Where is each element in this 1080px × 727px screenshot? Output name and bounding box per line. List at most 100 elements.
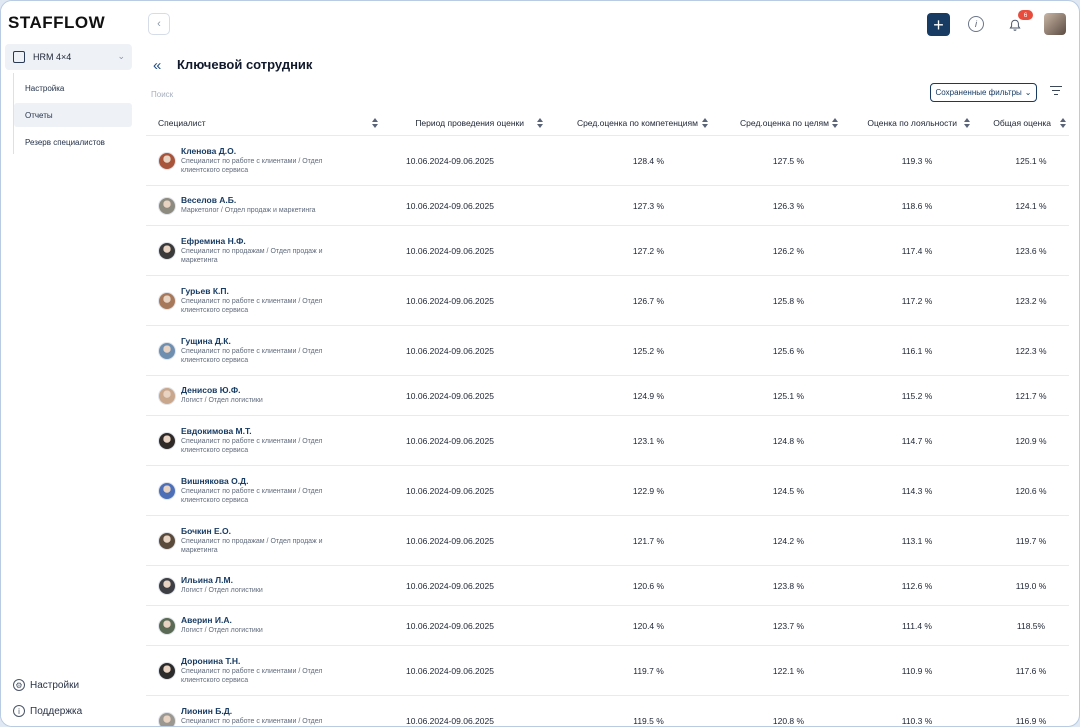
employee-role: Специалист по работе с клиентами / Отдел… bbox=[181, 297, 323, 315]
total-cell: 123.6 % bbox=[1015, 245, 1047, 256]
table-row[interactable]: Веселов А.Б. Маркетолог / Отдел продаж и … bbox=[146, 186, 1069, 226]
sort-icon[interactable] bbox=[1060, 117, 1066, 128]
table-row[interactable]: Лионин Б.Д. Специалист по работе с клиент… bbox=[146, 696, 1069, 726]
notification-badge: 6 bbox=[1018, 10, 1033, 20]
table-row[interactable]: Ильина Л.М. Логист / Отдел логистики 10.0… bbox=[146, 566, 1069, 606]
column-header-total[interactable]: Общая оценка bbox=[973, 111, 1069, 136]
employee-role: Специалист по работе с клиентами / Отдел… bbox=[181, 667, 323, 685]
search-input[interactable] bbox=[151, 87, 451, 101]
column-header-loyalty[interactable]: Оценка по лояльности bbox=[841, 111, 973, 136]
period-cell: 10.06.2024-09.06.2025 bbox=[406, 390, 494, 401]
avatar bbox=[158, 431, 176, 450]
loyalty-cell: 115.2 % bbox=[901, 390, 933, 401]
info-button[interactable]: i bbox=[968, 16, 984, 32]
module-label: HRM 4×4 bbox=[33, 52, 72, 62]
collapse-sidebar-button[interactable]: ‹ bbox=[148, 13, 170, 35]
employee-name[interactable]: Ефремина Н.Ф. bbox=[181, 236, 346, 247]
competencies-cell: 127.3 % bbox=[632, 200, 665, 211]
period-cell: 10.06.2024-09.06.2025 bbox=[406, 535, 494, 546]
goals-cell: 124.2 % bbox=[772, 535, 805, 546]
total-cell: 119.7 % bbox=[1015, 535, 1047, 546]
column-header-goals[interactable]: Сред.оценка по целям bbox=[711, 111, 841, 136]
sort-icon[interactable] bbox=[832, 117, 838, 128]
sidebar-item-reserve[interactable]: Резерв специалистов bbox=[14, 130, 132, 154]
user-avatar[interactable] bbox=[1044, 13, 1066, 35]
sidebar-item-setup[interactable]: Настройка bbox=[14, 76, 132, 100]
loyalty-cell: 114.3 % bbox=[901, 485, 933, 496]
employee-name[interactable]: Лионин Б.Д. bbox=[181, 706, 346, 717]
employee-name[interactable]: Аверин И.А. bbox=[181, 615, 346, 626]
employee-role: Логист / Отдел логистики bbox=[181, 397, 263, 405]
employee-name[interactable]: Гущина Д.К. bbox=[181, 336, 346, 347]
employee-name[interactable]: Евдокимова М.Т. bbox=[181, 426, 346, 437]
total-cell: 121.7 % bbox=[1015, 390, 1047, 401]
loyalty-cell: 116.1 % bbox=[901, 345, 933, 356]
table-row[interactable]: Ефремина Н.Ф. Специалист по продажам / От… bbox=[146, 226, 1069, 276]
loyalty-cell: 117.2 % bbox=[901, 295, 933, 306]
employee-name[interactable]: Вишнякова О.Д. bbox=[181, 476, 346, 487]
competencies-cell: 120.4 % bbox=[632, 620, 665, 631]
back-double-chevron-icon[interactable]: « bbox=[153, 57, 161, 74]
sort-icon[interactable] bbox=[372, 117, 378, 128]
saved-filters-label: Сохраненные фильтры bbox=[935, 88, 1022, 97]
page-title: Ключевой сотрудник bbox=[177, 57, 313, 72]
goals-cell: 123.7 % bbox=[772, 620, 805, 631]
table-row[interactable]: Кленова Д.О. Специалист по работе с клиен… bbox=[146, 136, 1069, 186]
employee-name[interactable]: Денисов Ю.Ф. bbox=[181, 385, 346, 396]
table-row[interactable]: Бочкин Е.О. Специалист по продажам / Отде… bbox=[146, 516, 1069, 566]
period-cell: 10.06.2024-09.06.2025 bbox=[406, 485, 494, 496]
sidebar-settings-link[interactable]: ⚙ Настройки bbox=[13, 679, 79, 691]
avatar bbox=[158, 151, 176, 170]
total-cell: 122.3 % bbox=[1015, 345, 1047, 356]
app-logo: STAFFLOW bbox=[8, 13, 106, 32]
employee-name[interactable]: Кленова Д.О. bbox=[181, 146, 346, 157]
chevron-down-icon: ⌄ bbox=[117, 51, 125, 61]
employee-name[interactable]: Гурьев К.П. bbox=[181, 286, 346, 297]
column-header-specialist[interactable]: Специалист bbox=[146, 111, 381, 136]
period-cell: 10.06.2024-09.06.2025 bbox=[406, 155, 494, 166]
column-header-period[interactable]: Период проведения оценки bbox=[381, 111, 546, 136]
support-label: Поддержка bbox=[30, 705, 83, 717]
goals-cell: 125.8 % bbox=[772, 295, 805, 306]
total-cell: 120.9 % bbox=[1015, 435, 1047, 446]
employee-name[interactable]: Ильина Л.М. bbox=[181, 575, 346, 586]
employee-role: Специалист по работе с клиентами / Отдел… bbox=[181, 437, 323, 455]
chevron-down-icon: ⌄ bbox=[1024, 88, 1032, 97]
sidebar-item-reports[interactable]: Отчеты bbox=[14, 103, 132, 127]
employee-role: Маркетолог / Отдел продаж и маркетинга bbox=[181, 207, 316, 215]
table-row[interactable]: Евдокимова М.Т. Специалист по работе с кл… bbox=[146, 416, 1069, 466]
saved-filters-dropdown[interactable]: Сохраненные фильтры ⌄ bbox=[930, 83, 1037, 102]
period-cell: 10.06.2024-09.06.2025 bbox=[406, 715, 494, 726]
table-row[interactable]: Гурьев К.П. Специалист по работе с клиент… bbox=[146, 276, 1069, 326]
employee-name[interactable]: Доронина Т.Н. bbox=[181, 656, 346, 667]
competencies-cell: 120.6 % bbox=[632, 580, 665, 591]
sidebar-support-link[interactable]: i Поддержка bbox=[13, 705, 82, 717]
competencies-cell: 127.2 % bbox=[632, 245, 665, 256]
employee-role: Специалист по продажам / Отдел продаж и … bbox=[181, 537, 323, 555]
employee-role: Специалист по работе с клиентами / Отдел… bbox=[181, 717, 323, 725]
loyalty-cell: 114.7 % bbox=[901, 435, 933, 446]
sort-icon[interactable] bbox=[702, 117, 708, 128]
employee-role: Логист / Отдел логистики bbox=[181, 627, 263, 635]
avatar bbox=[158, 341, 176, 360]
add-button[interactable]: + bbox=[927, 13, 950, 36]
employee-name[interactable]: Бочкин Е.О. bbox=[181, 526, 346, 537]
table-row[interactable]: Вишнякова О.Д. Специалист по работе с кли… bbox=[146, 466, 1069, 516]
loyalty-cell: 111.4 % bbox=[902, 620, 932, 631]
chevron-left-icon: ‹ bbox=[157, 18, 161, 30]
loyalty-cell: 110.3 % bbox=[901, 715, 933, 726]
sort-icon[interactable] bbox=[537, 117, 543, 128]
filter-icon[interactable] bbox=[1050, 86, 1062, 98]
column-header-competencies[interactable]: Сред.оценка по компетенциям bbox=[546, 111, 711, 136]
employee-name[interactable]: Веселов А.Б. bbox=[181, 195, 346, 206]
goals-cell: 124.5 % bbox=[772, 485, 805, 496]
table-row[interactable]: Доронина Т.Н. Специалист по работе с клие… bbox=[146, 646, 1069, 696]
employee-role: Логист / Отдел логистики bbox=[181, 587, 263, 595]
sort-icon[interactable] bbox=[964, 117, 970, 128]
avatar bbox=[158, 711, 176, 726]
table-row[interactable]: Гущина Д.К. Специалист по работе с клиент… bbox=[146, 326, 1069, 376]
table-row[interactable]: Аверин И.А. Логист / Отдел логистики 10.0… bbox=[146, 606, 1069, 646]
module-selector[interactable]: HRM 4×4 ⌄ bbox=[5, 44, 132, 70]
table-row[interactable]: Денисов Ю.Ф. Логист / Отдел логистики 10.… bbox=[146, 376, 1069, 416]
total-cell: 124.1 % bbox=[1015, 200, 1047, 211]
